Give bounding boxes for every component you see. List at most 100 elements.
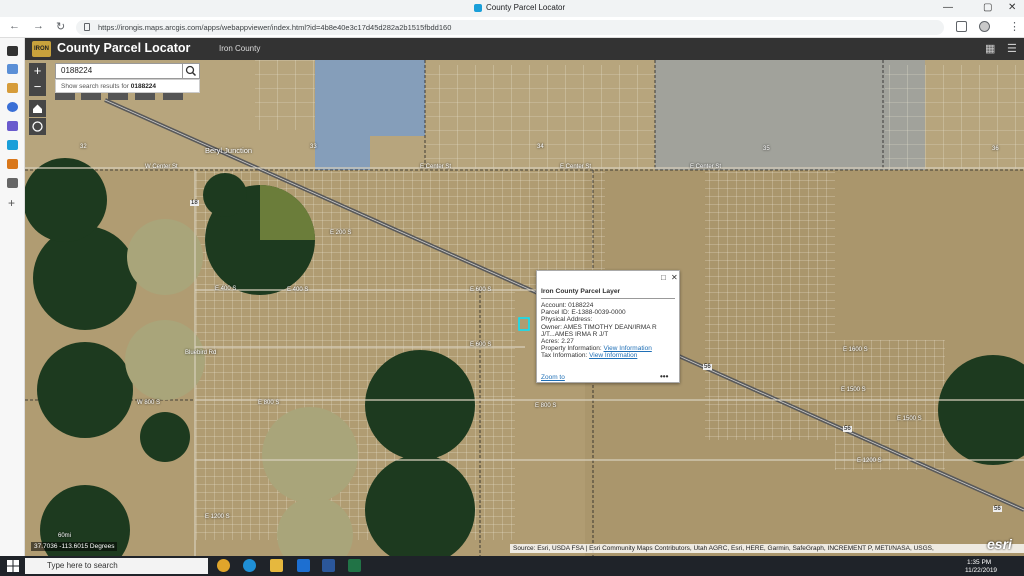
zoom-in-button[interactable]: + (29, 63, 46, 80)
esri-logo: esri (987, 536, 1012, 552)
outlook-taskbar-icon[interactable] (297, 559, 310, 572)
locate-button[interactable] (29, 118, 46, 135)
road-label: E 200 S (330, 230, 352, 236)
app-subtitle: Iron County (219, 44, 261, 53)
owner-value: AMES TIMOTHY DEAN/IRMA R (563, 323, 657, 331)
left-sidebar: + (0, 38, 25, 556)
tax-info-label: Tax Information: (541, 352, 588, 360)
road-label: E 400 S (287, 287, 309, 293)
edge-icon[interactable] (243, 559, 256, 572)
add-icon[interactable]: + (8, 196, 15, 210)
parcel-id-value: E-1388-0039-0000 (571, 309, 626, 317)
measurement-icon[interactable]: ▦ (985, 42, 995, 55)
collections-icon[interactable] (7, 46, 18, 56)
section-label: 32 (80, 144, 87, 150)
outlook-icon[interactable] (7, 64, 18, 74)
url-field[interactable]: https://irongis.maps.arcgis.com/apps/web… (76, 20, 944, 35)
app-favicon-icon (474, 3, 482, 12)
scale-bar: 60mi (58, 533, 72, 539)
home-button[interactable] (29, 100, 46, 117)
browser-tab[interactable]: County Parcel Locator (474, 3, 565, 12)
url-text: https://irongis.maps.arcgis.com/apps/web… (98, 23, 452, 32)
highway-shield: 56 (703, 364, 712, 370)
word-icon[interactable] (322, 559, 335, 572)
forward-icon[interactable]: → (33, 20, 44, 32)
road-label: E 800 S (535, 403, 557, 409)
profile-avatar-icon[interactable] (979, 21, 990, 32)
highway-shield: 18 (190, 200, 199, 206)
search-input[interactable]: 0188224 ✕ (55, 63, 200, 79)
acres-value: 2.27 (561, 338, 574, 346)
maximize-popup-icon[interactable]: □ (661, 273, 666, 282)
browser-title-bar: County Parcel Locator — ▢ ✕ (0, 0, 1024, 17)
road-label: E 1500 S (841, 387, 866, 393)
audio-icon[interactable] (7, 178, 18, 188)
property-info-label: Property Information: (541, 345, 602, 353)
close-popup-icon[interactable]: ✕ (671, 273, 678, 282)
road-label: E 1600 S (843, 347, 868, 353)
app-title: County Parcel Locator (57, 41, 191, 55)
search-icon (185, 65, 197, 77)
close-window-button[interactable]: ✕ (1008, 2, 1016, 13)
taskbar-search-input[interactable]: Type here to search (25, 558, 208, 574)
office-icon[interactable] (7, 83, 18, 93)
road-label: Bluebird Rd (185, 350, 217, 356)
road-label: E Center St (690, 164, 722, 170)
search-button[interactable] (182, 63, 200, 79)
popup-divider (541, 298, 675, 299)
road-label: E 600 S (470, 287, 492, 293)
section-label: 36 (992, 146, 999, 152)
road-label: E Center St (560, 164, 592, 170)
tab-title: County Parcel Locator (486, 3, 566, 12)
maps-app-icon[interactable] (7, 140, 18, 150)
owner-value-line2: J/T...AMES IRMA R J/T (541, 330, 609, 338)
iron-county-logo: IRON (32, 41, 51, 57)
address-label: Physical Address: (541, 316, 593, 324)
section-label: 34 (537, 144, 544, 150)
property-info-link[interactable]: View Information (604, 345, 652, 352)
minimize-button[interactable]: — (943, 2, 953, 13)
search-sidebar-icon[interactable] (7, 102, 18, 112)
road-label: W Center St (145, 164, 178, 170)
file-explorer-icon[interactable] (270, 559, 283, 572)
account-value: 0188224 (568, 302, 594, 309)
app-header: IRON County Parcel Locator Iron County ▦… (25, 38, 1024, 60)
popup-layer-title: Iron County Parcel Layer (541, 288, 621, 295)
highway-shield: 56 (843, 426, 852, 432)
map-view[interactable]: Beryl Junction 32 33 34 35 36 E Center S… (25, 60, 1024, 556)
reload-icon[interactable]: ↻ (56, 20, 65, 33)
popup-body: Account: 0188224 Parcel ID: E-1388-0039-… (541, 302, 657, 360)
chrome-icon[interactable] (217, 559, 230, 572)
more-actions-button[interactable]: ••• (660, 372, 668, 381)
windows-start-icon[interactable] (7, 560, 19, 572)
address-bar: ← → ↻ https://irongis.maps.arcgis.com/ap… (0, 17, 1024, 38)
satellite-imagery (25, 60, 1024, 556)
road-label: E 1200 S (857, 458, 882, 464)
suggestion-prefix: Show search results for (61, 83, 129, 90)
shopping-icon[interactable] (7, 159, 18, 169)
road-label: E Center St (420, 164, 452, 170)
extensions-icon[interactable] (956, 21, 967, 32)
coordinate-readout: 37.7036 -113.6015 Degrees (31, 542, 118, 551)
games-icon[interactable] (7, 121, 18, 131)
coordinate-text: 37.7036 -113.6015 Degrees (34, 543, 115, 550)
section-label: 35 (763, 146, 770, 152)
acres-label: Acres: (541, 338, 560, 346)
owner-label: Owner: (541, 323, 562, 331)
road-label: E 1500 S (897, 416, 922, 422)
search-suggestion[interactable]: Show search results for 0188224 (55, 79, 200, 93)
menu-dots-icon[interactable]: ⋮ (1009, 20, 1020, 33)
road-label: W 800 S (137, 400, 161, 406)
layer-list-icon[interactable]: ☰ (1007, 42, 1017, 55)
back-icon[interactable]: ← (9, 20, 20, 32)
parcel-id-label: Parcel ID: (541, 309, 570, 317)
road-label: E 1200 S (205, 514, 230, 520)
highway-shield: 56 (993, 506, 1002, 512)
excel-icon[interactable] (348, 559, 361, 572)
road-label: E 800 S (258, 400, 280, 406)
tax-info-link[interactable]: View Information (589, 352, 637, 359)
search-value: 0188224 (61, 66, 93, 75)
maximize-button[interactable]: ▢ (983, 2, 992, 13)
zoom-out-button[interactable]: − (29, 79, 46, 96)
zoom-to-link[interactable]: Zoom to (541, 374, 565, 381)
